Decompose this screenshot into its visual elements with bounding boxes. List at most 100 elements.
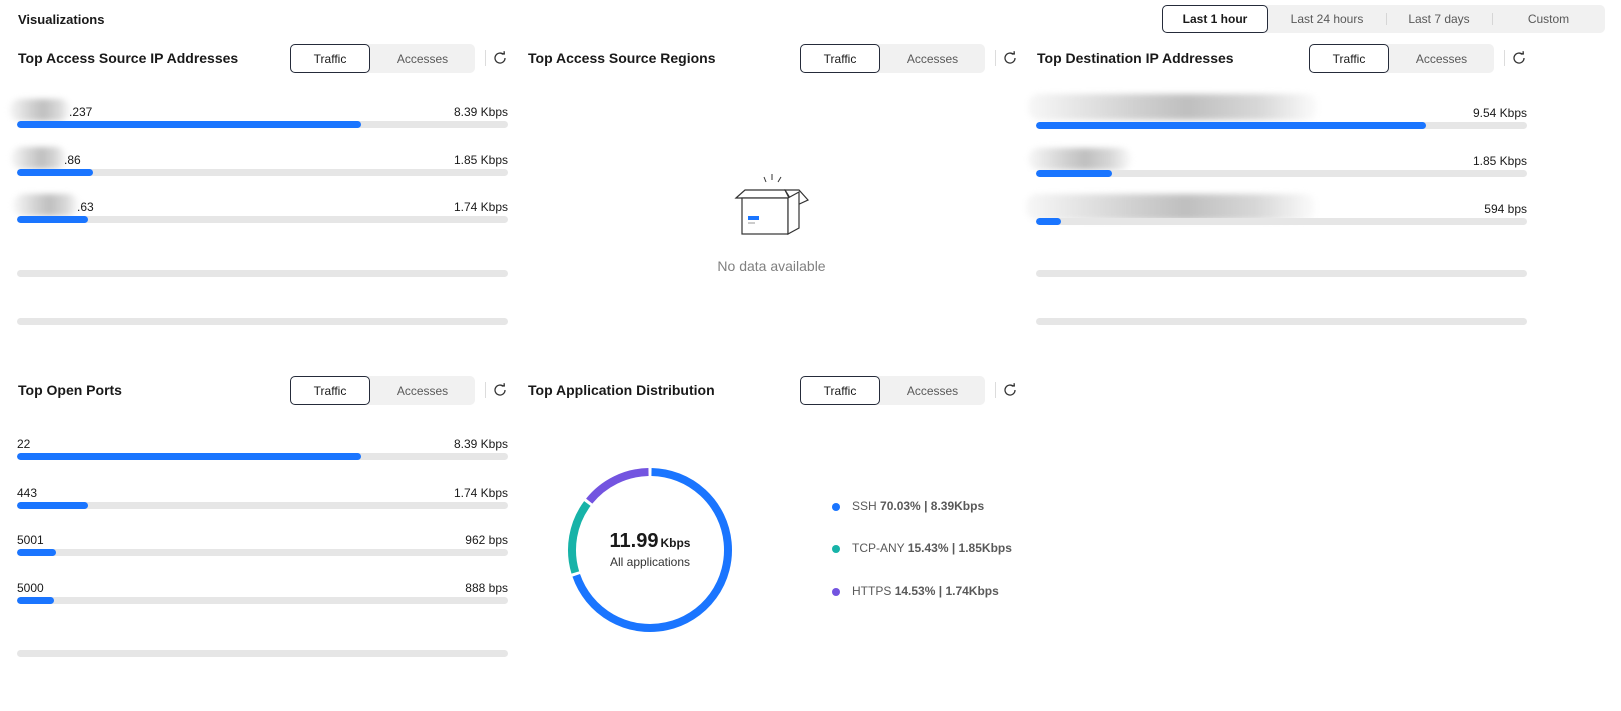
ip-label: .63 (77, 200, 94, 214)
redacted-ip-blur (9, 99, 71, 121)
metric-toggle: Traffic Accesses (800, 44, 985, 73)
traffic-value: 962 bps (465, 533, 508, 547)
port-label: 5000 (17, 581, 44, 595)
progress-track (1036, 122, 1527, 129)
ip-label: .237 (69, 105, 93, 119)
legend-rate: 1.74Kbps (945, 584, 999, 598)
traffic-value: 1.85 Kbps (1472, 154, 1527, 168)
progress-track (1036, 170, 1527, 177)
port-label: 443 (17, 486, 38, 500)
progress-track (17, 216, 508, 223)
refresh-icon[interactable] (1002, 50, 1018, 66)
metric-toggle: Traffic Accesses (1309, 44, 1494, 73)
legend-rate: 1.85Kbps (958, 541, 1012, 555)
divider (1504, 50, 1505, 66)
time-range-selector: Last 1 hour Last 24 hours Last 7 days Cu… (1162, 5, 1605, 33)
progress-fill (1036, 122, 1427, 129)
traffic-value: 8.39 Kbps (453, 437, 508, 451)
list-item: 5000 888 bps (17, 581, 508, 621)
divider (485, 50, 486, 66)
progress-fill (17, 453, 361, 460)
legend-dot (832, 503, 840, 511)
traffic-value: 1.74 Kbps (453, 200, 508, 214)
panel-title: Top Access Source Regions (528, 50, 716, 66)
legend-name: TCP-ANY (852, 541, 905, 555)
progress-track (17, 597, 508, 604)
progress-fill (17, 597, 54, 604)
progress-fill (17, 502, 89, 509)
traffic-value: 1.85 Kbps (453, 153, 508, 167)
legend-dot (832, 545, 840, 553)
refresh-icon[interactable] (1002, 382, 1018, 398)
page-title: Visualizations (18, 12, 105, 27)
traffic-value: 888 bps (465, 581, 508, 595)
progress-track (17, 169, 508, 176)
traffic-value: 8.39 Kbps (453, 105, 508, 119)
list-item: 5001 962 bps (17, 533, 508, 573)
time-option-last-24-hours[interactable]: Last 24 hours (1268, 5, 1386, 33)
list-item: 9.54 Kbps (1028, 94, 1527, 146)
legend-name: SSH (852, 499, 877, 513)
progress-track (17, 453, 508, 460)
placeholder-track (1036, 318, 1527, 325)
list-item: .86 1.85 Kbps (11, 147, 508, 193)
refresh-icon[interactable] (492, 50, 508, 66)
progress-track (1036, 218, 1527, 225)
placeholder-track (1036, 270, 1527, 277)
total-value: 11.99 (609, 530, 659, 552)
progress-track (17, 502, 508, 509)
placeholder-track (17, 650, 508, 657)
traffic-value: 9.54 Kbps (1472, 106, 1527, 120)
list-item: 22 8.39 Kbps (17, 437, 508, 477)
accesses-tab[interactable]: Accesses (370, 44, 475, 73)
placeholder-track (17, 270, 508, 277)
legend-name: HTTPS (852, 584, 892, 598)
empty-box-icon (734, 174, 809, 236)
divider (995, 50, 996, 66)
redacted-ip-blur (13, 194, 79, 216)
time-option-custom[interactable]: Custom (1492, 5, 1605, 33)
time-option-last-7-days[interactable]: Last 7 days (1386, 5, 1492, 33)
traffic-value: 1.74 Kbps (453, 486, 508, 500)
progress-fill (17, 549, 57, 556)
port-label: 5001 (17, 533, 44, 547)
time-option-last-1-hour[interactable]: Last 1 hour (1162, 5, 1268, 33)
divider (485, 382, 486, 398)
traffic-tab[interactable]: Traffic (290, 44, 370, 73)
progress-fill (17, 121, 361, 128)
metric-toggle: Traffic Accesses (290, 376, 475, 405)
accesses-tab[interactable]: Accesses (1389, 44, 1494, 73)
redacted-ip-blur (1026, 194, 1316, 220)
accesses-tab[interactable]: Accesses (880, 376, 985, 405)
progress-track (17, 549, 508, 556)
traffic-value: 594 bps (1484, 202, 1527, 216)
total-unit: Kbps (660, 536, 691, 550)
redacted-ip-blur (11, 147, 67, 169)
refresh-icon[interactable] (492, 382, 508, 398)
list-item: .63 1.74 Kbps (13, 194, 508, 240)
panel-title: Top Destination IP Addresses (1037, 50, 1234, 66)
accesses-tab[interactable]: Accesses (370, 376, 475, 405)
traffic-tab[interactable]: Traffic (290, 376, 370, 405)
redacted-ip-blur (1028, 94, 1318, 120)
donut-slice-https[interactable] (586, 468, 649, 504)
ip-label: .86 (64, 153, 81, 167)
list-item: 594 bps (1026, 194, 1527, 242)
legend-dot (832, 588, 840, 596)
list-item: 1.85 Kbps (1028, 148, 1527, 194)
legend-percent: 70.03% (880, 499, 921, 513)
progress-fill (17, 169, 94, 176)
refresh-icon[interactable] (1511, 50, 1527, 66)
redacted-ip-blur (1028, 148, 1132, 170)
list-item: 443 1.74 Kbps (17, 486, 508, 526)
traffic-tab[interactable]: Traffic (1309, 44, 1389, 73)
traffic-tab[interactable]: Traffic (800, 376, 880, 405)
legend-rate: 8.39Kbps (930, 499, 985, 513)
panel-title: Top Open Ports (18, 382, 122, 398)
traffic-tab[interactable]: Traffic (800, 44, 880, 73)
empty-message: No data available (717, 258, 826, 274)
progress-track (17, 121, 508, 128)
accesses-tab[interactable]: Accesses (880, 44, 985, 73)
metric-toggle: Traffic Accesses (800, 376, 985, 405)
empty-state: No data available (528, 172, 1015, 282)
